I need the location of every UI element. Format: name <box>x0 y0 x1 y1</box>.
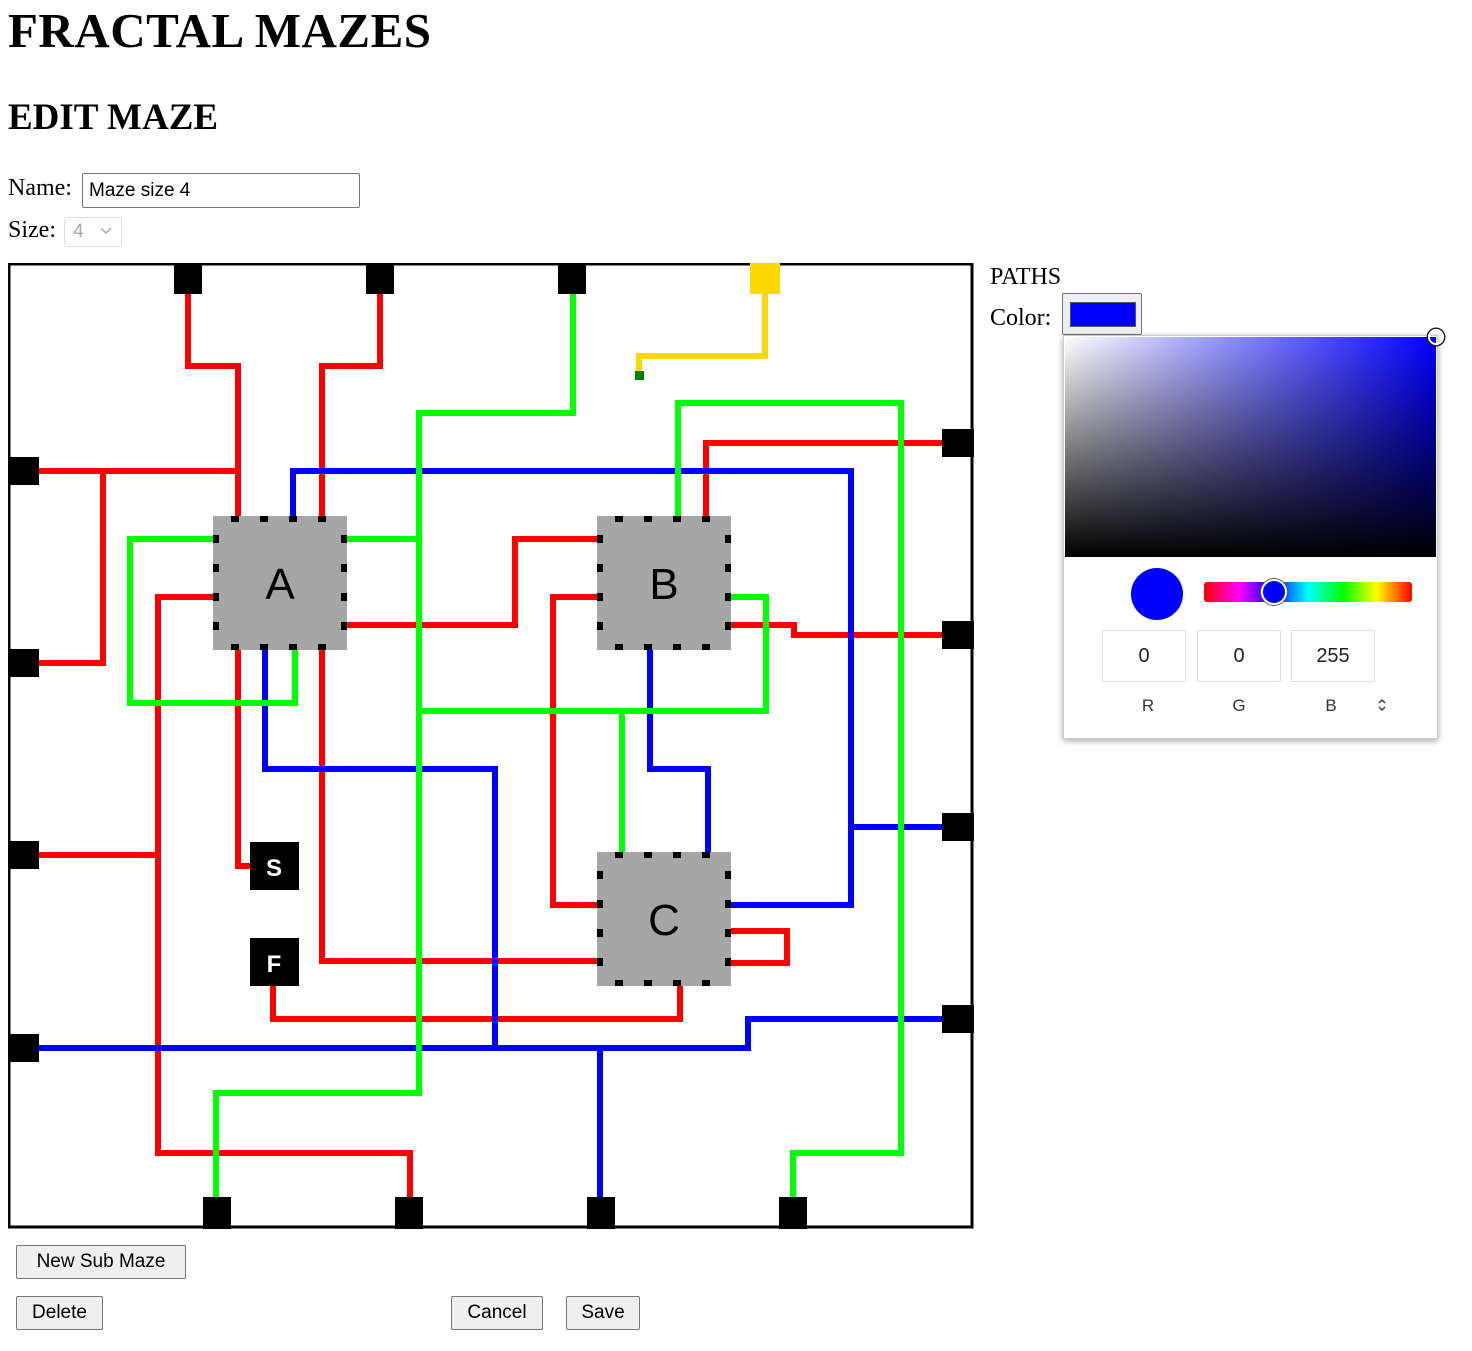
size-select: 4 <box>64 217 122 247</box>
hue-slider-handle[interactable] <box>1261 579 1287 605</box>
color-label: Color: <box>990 305 1052 331</box>
block-a-label: A <box>265 560 295 609</box>
size-label: Size: <box>8 217 56 243</box>
delete-button[interactable]: Delete <box>16 1296 103 1330</box>
blue-input[interactable]: 255 <box>1291 630 1375 682</box>
finish-marker[interactable]: F <box>250 938 299 986</box>
finish-label: F <box>267 951 282 978</box>
color-swatch-fill <box>1070 302 1136 327</box>
green-input[interactable]: 0 <box>1197 630 1281 682</box>
name-input[interactable]: Maze size 4 <box>82 173 360 208</box>
block-c-label: C <box>648 896 680 945</box>
chevron-down-icon <box>100 227 112 235</box>
hue-slider[interactable] <box>1204 579 1412 605</box>
paths-heading: PATHS <box>990 264 1062 290</box>
path-end-marker[interactable] <box>635 371 644 380</box>
save-button[interactable]: Save <box>566 1296 640 1330</box>
maze-canvas[interactable]: A B C S F <box>8 263 974 1229</box>
size-select-value: 4 <box>73 221 84 242</box>
name-label: Name: <box>8 175 72 201</box>
page-title: FRACTAL MAZES <box>8 3 432 58</box>
green-input-value: 0 <box>1233 644 1245 667</box>
terminal-yellow[interactable] <box>750 263 780 294</box>
new-sub-maze-button[interactable]: New Sub Maze <box>16 1245 186 1279</box>
color-picker-popup: 0 0 255 R G B <box>1063 329 1444 739</box>
color-swatch-button[interactable] <box>1062 293 1142 335</box>
start-label: S <box>266 855 282 882</box>
sub-maze-block-a[interactable]: A <box>213 516 347 650</box>
block-b-label: B <box>649 560 678 609</box>
page-subtitle: EDIT MAZE <box>8 97 219 138</box>
red-input[interactable]: 0 <box>1102 630 1186 682</box>
cancel-button[interactable]: Cancel <box>451 1296 543 1330</box>
name-input-value: Maze size 4 <box>89 179 191 201</box>
sub-maze-block-b[interactable]: B <box>597 516 731 650</box>
maze-border <box>8 263 974 1229</box>
red-input-value: 0 <box>1138 644 1150 667</box>
blue-input-value: 255 <box>1316 644 1350 667</box>
green-label: G <box>1232 696 1246 715</box>
red-label: R <box>1141 696 1155 715</box>
color-preview-dot <box>1131 568 1183 620</box>
saturation-value-area[interactable] <box>1065 329 1444 557</box>
start-marker[interactable]: S <box>250 842 299 890</box>
up-down-chevron-icon[interactable] <box>1375 696 1389 714</box>
blue-label: B <box>1325 696 1337 715</box>
saturation-value-handle[interactable] <box>1428 329 1444 345</box>
sub-maze-block-c[interactable]: C <box>597 852 731 986</box>
